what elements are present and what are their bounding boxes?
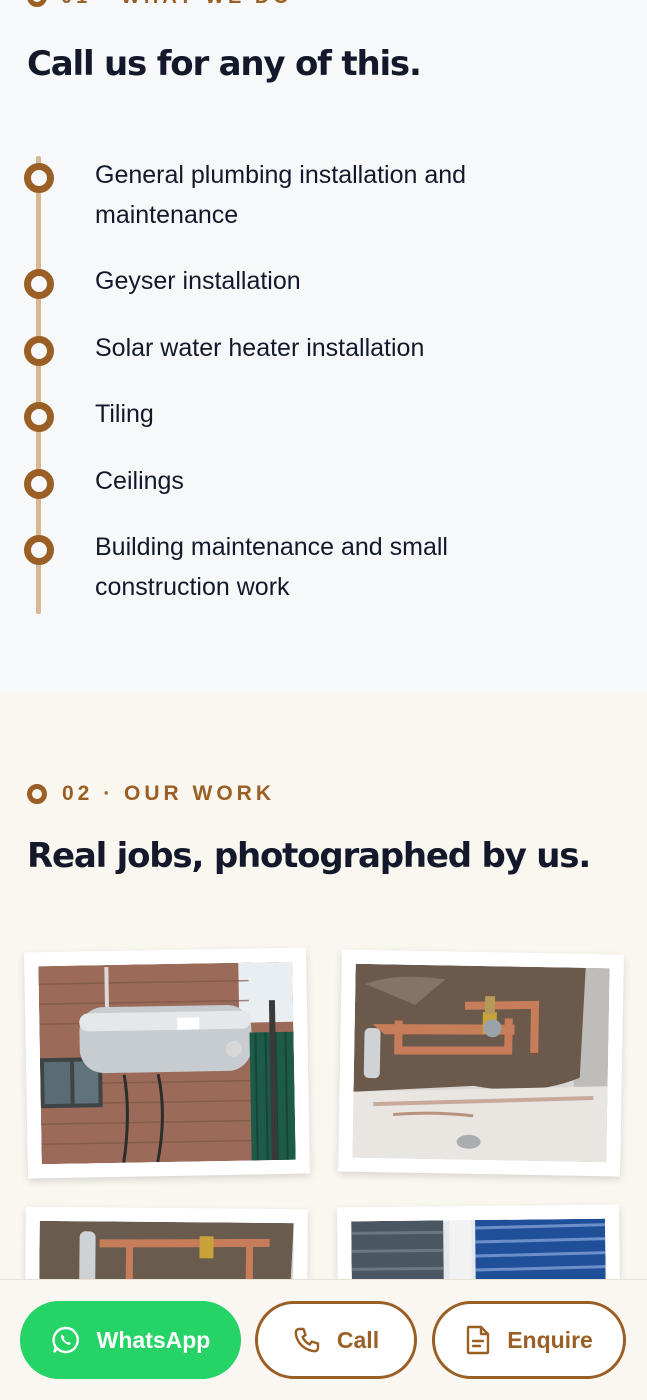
whatsapp-button-label: WhatsApp: [96, 1326, 211, 1353]
work-eyebrow: 02 · OUR WORK: [27, 781, 275, 807]
timeline-dot-icon: [24, 469, 54, 499]
service-item-label: Building maintenance and small construct…: [95, 533, 448, 601]
phone-icon: [293, 1326, 321, 1354]
service-item-label: Geyser installation: [95, 267, 301, 295]
whatsapp-button[interactable]: WhatsApp: [20, 1301, 241, 1379]
whatsapp-icon: [51, 1325, 81, 1355]
enquire-button[interactable]: Enquire: [432, 1301, 626, 1379]
services-section: 01 · WHAT WE DO Call us for any of this.…: [0, 0, 647, 692]
work-photo-geyser[interactable]: [24, 947, 310, 1179]
timeline-dot-icon: [24, 402, 54, 432]
service-item-label: Solar water heater installation: [95, 334, 425, 362]
services-eyebrow: 01 · WHAT WE DO: [27, 0, 293, 8]
service-item-label: Ceilings: [95, 467, 184, 495]
services-heading: Call us for any of this.: [27, 44, 422, 84]
ring-icon: [27, 0, 47, 7]
service-item-label: Tiling: [95, 400, 154, 428]
timeline-dot-icon: [24, 535, 54, 565]
ring-icon: [27, 784, 47, 804]
sticky-action-bar: WhatsApp Call Enquire: [0, 1279, 647, 1400]
work-photo-pipes[interactable]: [338, 949, 624, 1177]
document-icon: [465, 1325, 491, 1355]
pipes-photo-image: [352, 963, 610, 1163]
timeline-dot-icon: [24, 163, 54, 193]
timeline-dot-icon: [24, 336, 54, 366]
call-button-label: Call: [336, 1326, 380, 1353]
call-button[interactable]: Call: [255, 1301, 417, 1379]
service-item-label: General plumbing installation and mainte…: [95, 161, 467, 229]
services-eyebrow-text: 01 · WHAT WE DO: [61, 0, 293, 9]
work-heading: Real jobs, photographed by us.: [27, 836, 591, 876]
work-eyebrow-text: 02 · OUR WORK: [62, 782, 276, 805]
services-timeline: General plumbing installation and mainte…: [0, 154, 647, 614]
timeline-dot-icon: [24, 269, 54, 299]
enquire-button-label: Enquire: [507, 1326, 593, 1353]
geyser-photo-image: [38, 961, 296, 1165]
